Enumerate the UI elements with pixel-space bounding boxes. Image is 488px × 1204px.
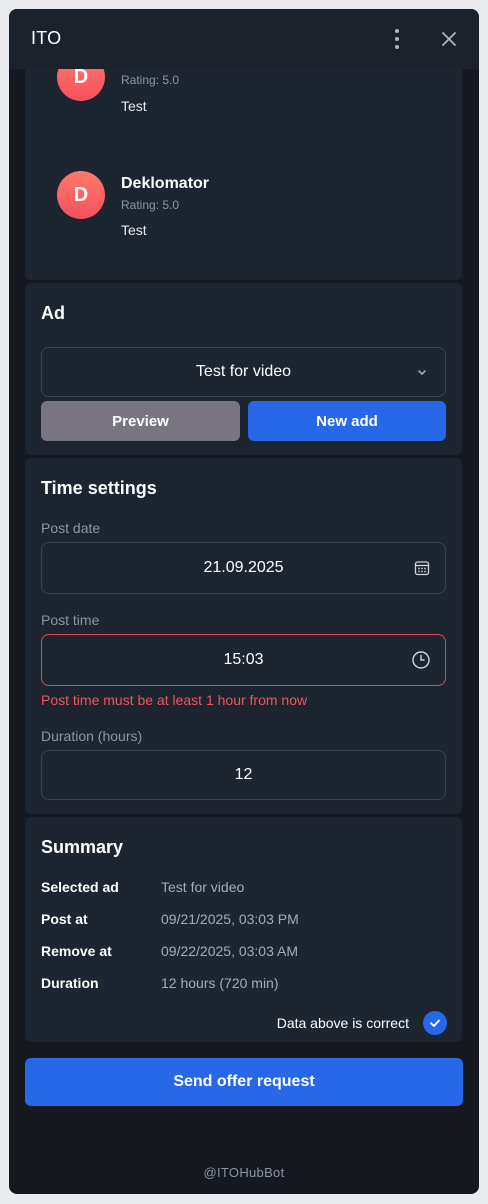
- duration-label: Duration (hours): [41, 728, 143, 744]
- review-text: Test: [121, 98, 147, 114]
- preview-button[interactable]: Preview: [41, 401, 240, 441]
- summary-key: Selected ad: [41, 879, 119, 895]
- time-section-title: Time settings: [41, 478, 157, 498]
- summary-card: Summary Selected ad Test for video Post …: [25, 817, 462, 1042]
- summary-title: Summary: [41, 837, 124, 857]
- app-title: ITO: [31, 28, 62, 48]
- post-time-error: Post time must be at least 1 hour from n…: [41, 692, 308, 708]
- duration-value: 12: [234, 766, 253, 783]
- post-date-field[interactable]: 21.09.2025: [41, 542, 446, 594]
- summary-key: Duration: [41, 975, 99, 991]
- post-time-field[interactable]: 15:03: [41, 634, 446, 686]
- confirm-checkbox[interactable]: [423, 1011, 447, 1035]
- reviews-card: D Rating: 5.0 Test D Deklomator Rating: …: [25, 69, 462, 280]
- app-window: ITO D Rating: 5.0 Test D Deklomator Rati…: [9, 9, 479, 1194]
- title-bar: ITO: [9, 9, 479, 69]
- avatar: D: [57, 69, 105, 101]
- new-ad-button[interactable]: New add: [248, 401, 446, 441]
- confirm-label: Data above is correct: [276, 1015, 409, 1031]
- more-options-icon[interactable]: [387, 27, 407, 51]
- summary-value: 09/21/2025, 03:03 PM: [161, 911, 299, 927]
- ad-select[interactable]: Test for video: [41, 347, 446, 397]
- close-icon[interactable]: [437, 27, 461, 51]
- calendar-icon[interactable]: [413, 559, 431, 577]
- send-offer-button[interactable]: Send offer request: [25, 1058, 463, 1106]
- clock-icon[interactable]: [411, 650, 431, 670]
- reviewer-name: Deklomator: [121, 175, 210, 192]
- summary-key: Remove at: [41, 943, 112, 959]
- post-time-label: Post time: [41, 612, 100, 628]
- review-rating: Rating: 5.0: [121, 198, 180, 212]
- summary-value: 09/22/2025, 03:03 AM: [161, 943, 298, 959]
- review-text: Test: [121, 222, 147, 238]
- post-date-value: 21.09.2025: [203, 559, 284, 576]
- ad-card: Ad Test for video Preview New add: [25, 283, 462, 455]
- ad-section-title: Ad: [41, 303, 65, 323]
- bot-handle: @ITOHubBot: [203, 1165, 285, 1180]
- summary-value: Test for video: [161, 879, 245, 895]
- post-date-label: Post date: [41, 520, 101, 536]
- summary-key: Post at: [41, 911, 88, 927]
- ad-select-value: Test for video: [195, 363, 292, 380]
- post-time-value: 15:03: [223, 651, 264, 668]
- check-icon: [430, 1019, 440, 1027]
- review-rating: Rating: 5.0: [121, 73, 180, 87]
- avatar: D: [57, 171, 105, 219]
- content-scroll-area[interactable]: D Rating: 5.0 Test D Deklomator Rating: …: [9, 69, 479, 1194]
- summary-value: 12 hours (720 min): [161, 975, 279, 991]
- duration-field[interactable]: 12: [41, 750, 446, 800]
- time-settings-card: Time settings Post date 21.09.2025 Post …: [25, 458, 462, 814]
- chevron-down-icon: [413, 363, 431, 381]
